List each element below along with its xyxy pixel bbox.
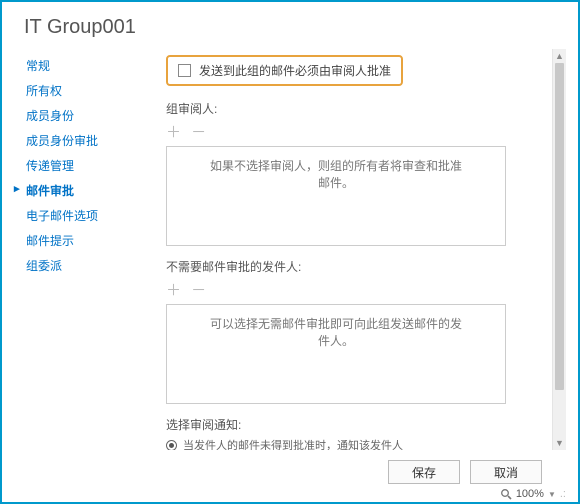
sidebar-item-membership[interactable]: 成员身份 — [26, 103, 146, 128]
sidebar-item-general[interactable]: 常规 — [26, 53, 146, 78]
moderators-placeholder: 如果不选择审阅人，则组的所有者将审查和批准邮件。 — [206, 157, 466, 191]
require-approval-row[interactable]: 发送到此组的邮件必须由审阅人批准 — [166, 55, 403, 86]
statusbar: 100% ▼ .: — [496, 486, 570, 502]
notify-option-label: 当发件人的邮件未得到批准时，通知该发件人 — [183, 437, 403, 450]
scrollbar[interactable]: ▲ ▼ — [552, 49, 566, 450]
main-panel: 发送到此组的邮件必须由审阅人批准 组审阅人: ＋ － 如果不选择审阅人，则组的所… — [146, 49, 552, 450]
sidebar-item-membership-approval[interactable]: 成员身份审批 — [26, 128, 146, 153]
require-approval-label: 发送到此组的邮件必须由审阅人批准 — [199, 62, 391, 79]
require-approval-checkbox[interactable] — [178, 64, 191, 77]
moderators-label: 组审阅人: — [166, 100, 544, 117]
footer: 保存 取消 — [6, 450, 566, 490]
moderators-add-remove[interactable]: ＋ － — [166, 121, 544, 142]
scroll-up-icon[interactable]: ▲ — [553, 49, 566, 63]
sidebar-item-mailtip[interactable]: 邮件提示 — [26, 228, 146, 253]
sidebar-item-ownership[interactable]: 所有权 — [26, 78, 146, 103]
sidebar-item-delivery-management[interactable]: 传递管理 — [26, 153, 146, 178]
bypass-add-remove[interactable]: ＋ － — [166, 279, 544, 300]
sidebar-item-email-options[interactable]: 电子邮件选项 — [26, 203, 146, 228]
notify-option-radio[interactable] — [166, 440, 177, 451]
notify-option-row[interactable]: 当发件人的邮件未得到批准时，通知该发件人 — [166, 437, 544, 450]
zoom-tool-icon[interactable] — [500, 488, 512, 500]
sidebar-item-group-delegation[interactable]: 组委派 — [26, 253, 146, 278]
status-divider: .: — [560, 488, 566, 500]
bypass-placeholder: 可以选择无需邮件审批即可向此组发送邮件的发件人。 — [206, 315, 466, 349]
notify-label: 选择审阅通知: — [166, 416, 544, 433]
bypass-label: 不需要邮件审批的发件人: — [166, 258, 544, 275]
scroll-thumb[interactable] — [555, 63, 564, 390]
cancel-button[interactable]: 取消 — [470, 460, 542, 484]
save-button[interactable]: 保存 — [388, 460, 460, 484]
sidebar: 常规 所有权 成员身份 成员身份审批 传递管理 邮件审批 电子邮件选项 邮件提示… — [6, 49, 146, 450]
window-title: IT Group001 — [6, 4, 566, 49]
zoom-value: 100% — [516, 488, 544, 500]
zoom-dropdown-icon[interactable]: ▼ — [548, 490, 556, 499]
bypass-list[interactable]: 可以选择无需邮件审批即可向此组发送邮件的发件人。 — [166, 304, 506, 404]
sidebar-item-message-approval[interactable]: 邮件审批 — [26, 178, 146, 203]
scroll-down-icon[interactable]: ▼ — [553, 436, 566, 450]
moderators-list[interactable]: 如果不选择审阅人，则组的所有者将审查和批准邮件。 — [166, 146, 506, 246]
